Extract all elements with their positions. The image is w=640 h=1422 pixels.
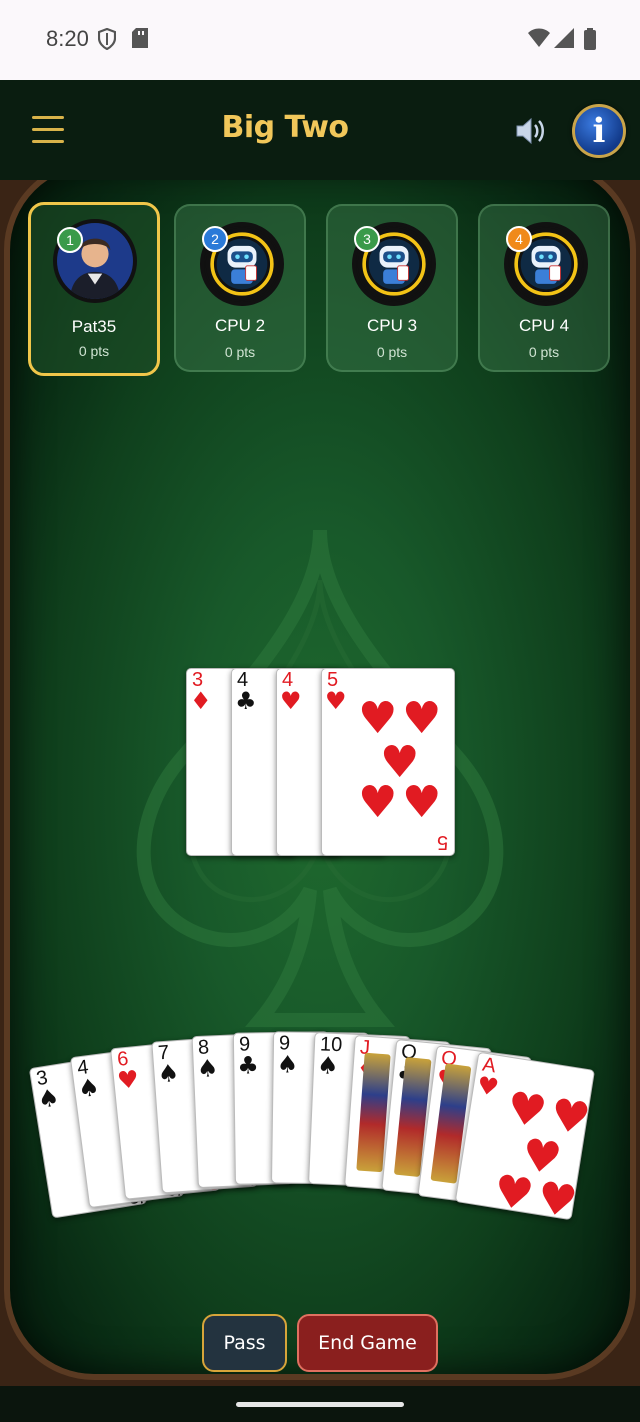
player-points: 0 pts <box>224 344 256 360</box>
sd-card-icon <box>132 28 148 48</box>
player-points: 0 pts <box>78 343 110 359</box>
speaker-icon[interactable] <box>514 114 548 148</box>
card-suit-icon: ♥ <box>280 687 302 715</box>
pass-button[interactable]: Pass <box>202 1314 287 1372</box>
seat-number-badge: 2 <box>202 226 228 252</box>
wifi-icon <box>528 28 550 47</box>
card-suit-icon: ♠ <box>316 1051 339 1081</box>
card-suit-icon: ♠ <box>276 1050 299 1079</box>
player-name: CPU 3 <box>366 316 418 335</box>
card-suit-icon: ♠ <box>156 1058 180 1089</box>
playing-card[interactable]: 5 ♥ ♥ ♥ ♥ ♥ ♥ 5 <box>321 668 455 856</box>
card-suit-icon: ♠ <box>35 1083 62 1115</box>
player-card[interactable]: 1 Pat35 0 pts <box>28 202 160 376</box>
player-card[interactable]: 3 CPU 3 0 pts <box>326 204 458 372</box>
card-suit-icon: ♥ <box>115 1064 141 1095</box>
home-indicator[interactable] <box>236 1402 404 1407</box>
player-name: CPU 4 <box>518 316 570 335</box>
status-time: 8:20 <box>46 26 89 51</box>
player-points: 0 pts <box>528 344 560 360</box>
card-pip-icon: ♥ <box>402 777 442 828</box>
seat-number-badge: 4 <box>506 226 532 252</box>
end-game-button[interactable]: End Game <box>297 1314 438 1372</box>
playing-card[interactable]: A ♥ ♥ ♥ ♥ ♥ ♥ <box>454 1051 595 1221</box>
card-pip-icon: ♥ <box>358 693 398 744</box>
player-name: CPU 2 <box>214 316 266 335</box>
card-rank: 5 <box>436 831 448 853</box>
seat-number-badge: 1 <box>57 227 83 253</box>
card-suit-icon: ♥ <box>474 1071 501 1103</box>
game-table: 1 Pat35 0 pts 2 CPU 2 0 pts 3 CPU 3 0 pts 4 CPU 4 0… <box>0 180 640 1386</box>
player-points: 0 pts <box>376 344 408 360</box>
signal-icon <box>554 28 574 48</box>
battery-icon <box>584 28 596 50</box>
card-suit-icon: ♣ <box>236 1051 259 1080</box>
card-suit-icon: ♠ <box>196 1054 220 1083</box>
app-header: Big Two i <box>0 80 640 180</box>
card-pip-icon: ♥ <box>358 777 398 828</box>
player-name: Pat35 <box>71 317 117 336</box>
seat-number-badge: 3 <box>354 226 380 252</box>
player-card[interactable]: 2 CPU 2 0 pts <box>174 204 306 372</box>
player-card[interactable]: 4 CPU 4 0 pts <box>478 204 610 372</box>
card-pip-icon: ♥ <box>402 693 442 744</box>
card-suit-icon: ♦ <box>190 687 212 715</box>
info-icon: i <box>592 111 606 151</box>
shield-icon <box>98 28 116 50</box>
system-nav-bar <box>0 1386 640 1422</box>
card-suit-icon: ♠ <box>75 1073 101 1104</box>
card-suit-icon: ♣ <box>235 687 257 715</box>
card-suit-icon: ♥ <box>325 687 347 715</box>
page-title: Big Two <box>221 110 349 145</box>
info-button[interactable]: i <box>572 104 626 158</box>
status-bar: 8:20 <box>0 0 640 80</box>
